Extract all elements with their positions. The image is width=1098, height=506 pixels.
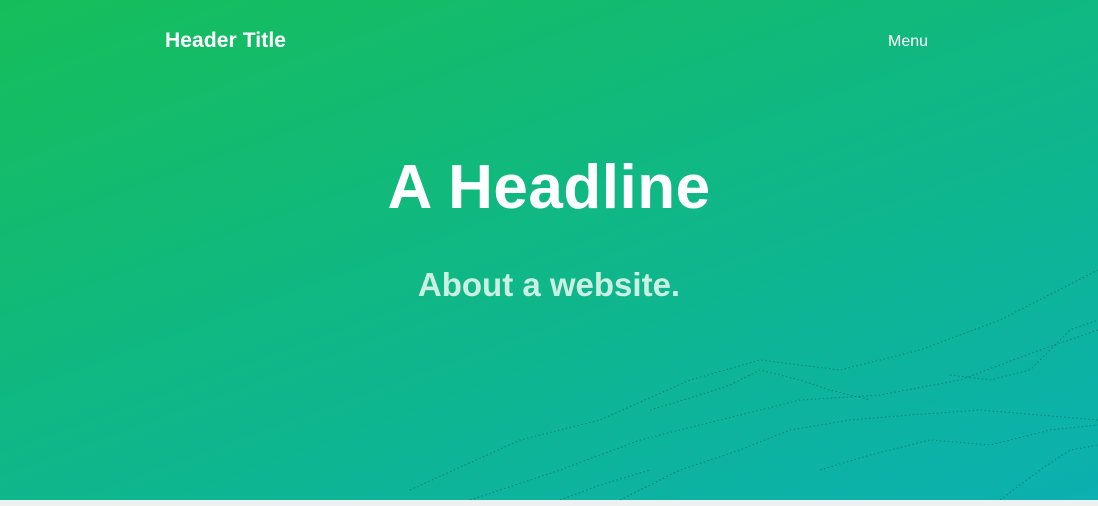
hero-section: Header Title Menu A Headline About a web…: [0, 0, 1098, 500]
site-header: Header Title Menu: [0, 0, 1098, 84]
page-bottom-edge: [0, 500, 1098, 506]
hero-subheadline: About a website.: [417, 266, 681, 303]
hero-headline: A Headline: [387, 153, 711, 222]
header-title[interactable]: Header Title: [165, 29, 286, 53]
menu-link[interactable]: Menu: [888, 33, 928, 51]
